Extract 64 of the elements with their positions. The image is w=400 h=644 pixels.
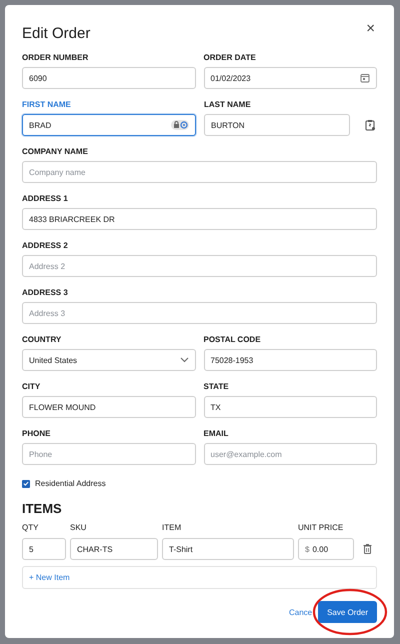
input-field[interactable]: FLOWER MOUND xyxy=(22,396,196,418)
add-item-link[interactable]: + New Item xyxy=(29,573,70,582)
dropdown[interactable]: United States xyxy=(22,349,196,371)
currency-symbol: $ xyxy=(305,544,310,554)
field-value: TX xyxy=(210,402,221,412)
column-header: QTY xyxy=(22,523,40,533)
input-field[interactable]: BRAD xyxy=(22,114,196,136)
field-value: 0.00 xyxy=(312,544,328,554)
field-label: LAST NAME xyxy=(204,100,252,110)
input-field[interactable]: 4833 BRIARCREEK DR xyxy=(22,208,377,230)
field-value: 6090 xyxy=(29,74,47,82)
input-field[interactable]: CHAR-TS xyxy=(70,538,158,560)
checkbox-label: Residential Address xyxy=(35,479,106,488)
input-field[interactable]: 75028-1953 xyxy=(204,349,377,371)
close-button[interactable]: × xyxy=(364,21,377,36)
column-header: ITEM xyxy=(162,523,182,533)
trash-icon[interactable] xyxy=(363,544,372,554)
field-label: STATE xyxy=(204,382,230,392)
column-header: SKU xyxy=(70,523,88,533)
check-icon xyxy=(23,480,29,487)
dialog-title: Edit Order xyxy=(22,25,90,42)
field-label: ADDRESS 1 xyxy=(22,194,69,204)
field-label: PHONE xyxy=(22,429,52,439)
field-value: 5 xyxy=(29,544,34,554)
field-label: ORDER DATE xyxy=(204,53,257,63)
field-label: COMPANY NAME xyxy=(22,147,89,157)
clipboard-icon[interactable] xyxy=(364,119,376,131)
field-value: 4833 BRIARCREEK DR xyxy=(29,214,115,224)
field-placeholder: Phone xyxy=(29,450,52,458)
field-value: BURTON xyxy=(211,120,244,130)
field-value: 01/02/2023 xyxy=(210,74,251,82)
cancel-link[interactable]: Cance xyxy=(288,608,312,616)
input-field[interactable]: BURTON xyxy=(204,114,350,136)
dropdown-value: United States xyxy=(29,356,78,364)
field-placeholder: user@example.com xyxy=(210,450,282,458)
input-field[interactable]: 6090 xyxy=(22,67,196,89)
date-field[interactable]: 01/02/2023 xyxy=(204,67,377,89)
field-value: T-Shirt xyxy=(169,544,193,554)
field-label: POSTAL CODE xyxy=(204,335,262,345)
chevron-down-icon xyxy=(180,357,188,363)
save-button[interactable]: Save Order xyxy=(318,601,377,623)
field-label: ADDRESS 3 xyxy=(22,288,69,298)
input-field[interactable]: 5 xyxy=(22,538,66,560)
input-field[interactable]: T-Shirt xyxy=(162,538,294,560)
field-value: 75028-1953 xyxy=(210,356,254,364)
field-value: FLOWER MOUND xyxy=(29,402,96,412)
input-field[interactable]: TX xyxy=(204,396,377,418)
column-header: UNIT PRICE xyxy=(298,523,344,533)
password-manager-icon xyxy=(171,120,189,130)
field-value: CHAR-TS xyxy=(77,544,113,554)
field-label: EMAIL xyxy=(204,429,230,439)
field-placeholder: Address 2 xyxy=(29,262,66,270)
field-placeholder: Company name xyxy=(29,168,86,176)
field-placeholder: Address 3 xyxy=(29,308,66,318)
field-label: CITY xyxy=(22,382,42,392)
calendar-icon xyxy=(360,73,370,83)
field-label: ORDER NUMBER xyxy=(22,53,90,63)
field-label: FIRST NAME xyxy=(22,100,72,110)
section-heading: ITEMS xyxy=(22,501,63,517)
field-value: BRAD xyxy=(29,120,52,130)
field-label: ADDRESS 2 xyxy=(22,241,69,251)
checkbox[interactable] xyxy=(22,480,30,488)
field-label: COUNTRY xyxy=(22,335,62,345)
price-field[interactable]: $ 0.00 xyxy=(298,538,354,560)
